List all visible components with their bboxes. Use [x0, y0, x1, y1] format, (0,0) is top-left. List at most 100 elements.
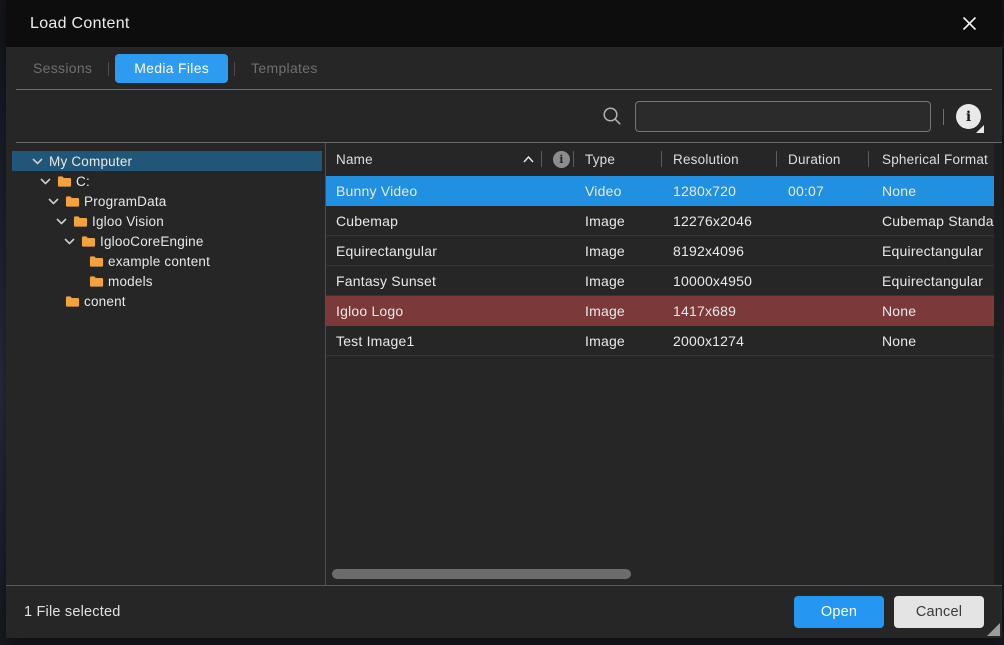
load-content-dialog: Load Content Sessions Media Files Templa…	[6, 0, 1002, 638]
chevron-down-icon[interactable]	[39, 178, 51, 185]
tab-divider	[108, 62, 109, 76]
footer-buttons: Open Cancel	[794, 596, 984, 628]
info-button[interactable]: i	[956, 104, 981, 129]
file-table-viewport: Name i Type Resolution	[326, 143, 994, 356]
column-header-label: Spherical Format	[882, 152, 988, 167]
folder-icon	[65, 195, 80, 208]
column-header-label: Duration	[788, 152, 841, 167]
tree-item[interactable]: example content	[12, 251, 322, 271]
table-row[interactable]: Igloo Logo Image 1417x689 None	[326, 296, 994, 326]
tree-item[interactable]: C:	[12, 171, 322, 191]
folder-icon	[89, 255, 104, 268]
tree-item[interactable]: models	[12, 271, 322, 291]
footer-bar: 1 File selected Open Cancel	[6, 586, 1002, 638]
file-table-body: Bunny Video Video 1280x720 00:07 None Cu…	[326, 176, 994, 356]
cell-resolution: 1280x720	[661, 183, 776, 199]
resize-grip[interactable]	[987, 623, 1000, 636]
cell-resolution: 12276x2046	[661, 213, 776, 229]
info-icon: i	[553, 151, 570, 168]
chevron-down-icon[interactable]	[63, 238, 75, 245]
horizontal-scrollbar-thumb[interactable]	[332, 569, 631, 579]
cell-name: Cubemap	[326, 213, 541, 229]
cell-type: Image	[573, 213, 661, 229]
tree-item[interactable]: IglooCoreEngine	[12, 231, 322, 251]
file-table-panel: Name i Type Resolution	[326, 143, 994, 585]
folder-icon	[73, 215, 88, 228]
column-header-resolution[interactable]: Resolution	[661, 143, 776, 176]
search-icon	[602, 106, 623, 127]
cell-name: Equirectangular	[326, 243, 541, 259]
cell-spherical-format: Equirectangular	[868, 243, 994, 259]
cell-spherical-format: Cubemap Standard	[868, 213, 994, 229]
cell-resolution: 10000x4950	[661, 273, 776, 289]
cell-spherical-format: None	[868, 333, 994, 349]
chevron-down-icon[interactable]	[55, 218, 67, 225]
selection-status: 1 File selected	[24, 604, 121, 620]
table-header: Name i Type Resolution	[326, 143, 994, 176]
close-button[interactable]	[960, 15, 978, 33]
table-row[interactable]: Cubemap Image 12276x2046 Cubemap Standar…	[326, 206, 994, 236]
title-bar: Load Content	[6, 0, 1002, 47]
cell-name: Bunny Video	[326, 183, 541, 199]
tab-bar: Sessions Media Files Templates	[6, 47, 1002, 90]
folder-icon	[65, 295, 80, 308]
tree-item-label: ProgramData	[84, 194, 166, 209]
cell-spherical-format: Equirectangular	[868, 273, 994, 289]
cell-type: Video	[573, 183, 661, 199]
column-header-duration[interactable]: Duration	[776, 143, 868, 176]
cell-resolution: 1417x689	[661, 303, 776, 319]
close-icon	[962, 16, 977, 31]
folder-icon	[81, 235, 96, 248]
cell-type: Image	[573, 243, 661, 259]
tree-item[interactable]: conent	[12, 291, 322, 311]
sort-ascending-icon	[523, 156, 534, 163]
cell-resolution: 2000x1274	[661, 333, 776, 349]
vertical-scrollbar-gutter	[994, 143, 1002, 585]
folder-icon	[57, 175, 72, 188]
tree-item-label: My Computer	[49, 154, 132, 169]
chevron-down-icon[interactable]	[47, 198, 59, 205]
table-row[interactable]: Equirectangular Image 8192x4096 Equirect…	[326, 236, 994, 266]
tab-sessions[interactable]: Sessions	[23, 54, 102, 83]
cell-type: Image	[573, 303, 661, 319]
cell-name: Test Image1	[326, 333, 541, 349]
tree-item-label: Igloo Vision	[92, 214, 164, 229]
tree-item-label: models	[108, 274, 153, 289]
tab-templates[interactable]: Templates	[241, 54, 328, 83]
search-input[interactable]	[635, 101, 931, 132]
column-header-spherical-format[interactable]: Spherical Format	[868, 143, 994, 176]
cell-spherical-format: None	[868, 303, 994, 319]
tree-item[interactable]: ProgramData	[12, 191, 322, 211]
info-icon: i	[966, 109, 971, 125]
cell-type: Image	[573, 333, 661, 349]
column-header-name[interactable]: Name	[326, 143, 541, 176]
open-button[interactable]: Open	[794, 596, 884, 628]
tree-item-label: IglooCoreEngine	[100, 234, 204, 249]
cell-type: Image	[573, 273, 661, 289]
column-header-label: Type	[585, 152, 615, 167]
tab-divider	[234, 62, 235, 76]
cancel-button[interactable]: Cancel	[894, 596, 984, 628]
tree-item[interactable]: Igloo Vision	[12, 211, 322, 231]
tab-media-files[interactable]: Media Files	[115, 54, 228, 83]
tree-item-label: example content	[108, 254, 210, 269]
column-header-label: Name	[336, 152, 373, 167]
dialog-title: Load Content	[30, 15, 130, 33]
column-header-type[interactable]: Type	[573, 143, 661, 176]
cell-spherical-format: None	[868, 183, 994, 199]
column-header-info[interactable]: i	[541, 143, 573, 176]
search-toolbar: i	[6, 90, 1002, 143]
table-row[interactable]: Fantasy Sunset Image 10000x4950 Equirect…	[326, 266, 994, 296]
table-row[interactable]: Test Image1 Image 2000x1274 None	[326, 326, 994, 356]
table-row[interactable]: Bunny Video Video 1280x720 00:07 None	[326, 176, 994, 206]
folder-icon	[89, 275, 104, 288]
content-area: My Computer C: ProgramData	[6, 143, 1002, 586]
tree-item[interactable]: My Computer	[12, 151, 322, 171]
chevron-down-icon[interactable]	[31, 158, 43, 165]
cell-duration: 00:07	[776, 183, 868, 199]
tree-item-label: C:	[76, 174, 90, 189]
folder-tree: My Computer C: ProgramData	[6, 143, 326, 585]
toolbar-divider	[943, 109, 944, 125]
cell-name: Igloo Logo	[326, 303, 541, 319]
cell-resolution: 8192x4096	[661, 243, 776, 259]
